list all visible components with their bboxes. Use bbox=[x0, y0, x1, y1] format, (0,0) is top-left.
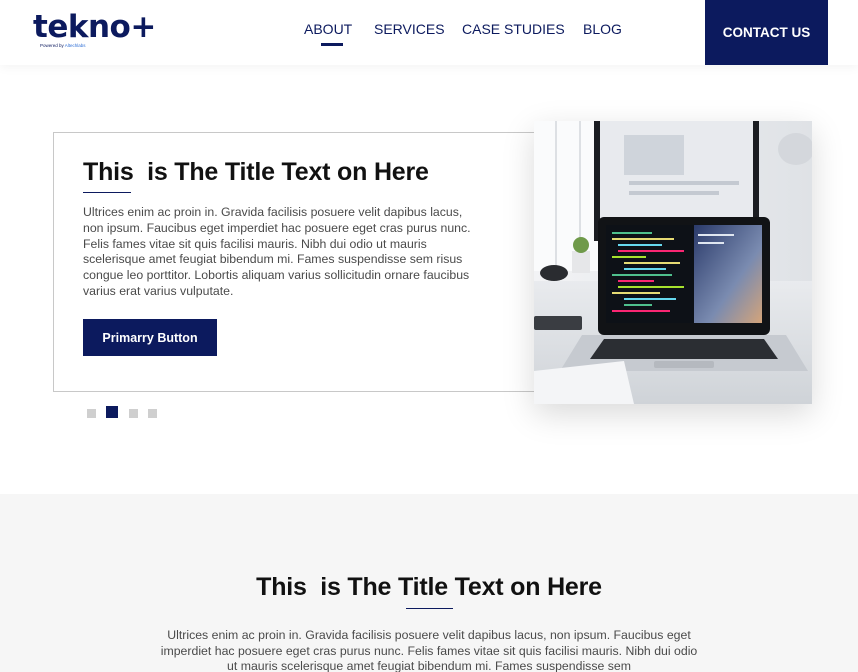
nav-item-services[interactable]: SERVICES bbox=[374, 21, 445, 37]
section-two-title: This is The Title Text on Here bbox=[256, 573, 602, 601]
nav-item-case-studies[interactable]: CASE STUDIES bbox=[462, 21, 565, 37]
site-header: tekno+ Powered by Altechlabs ABOUT SERVI… bbox=[0, 0, 858, 65]
hero-body-text: Ultrices enim ac proin in. Gravida facil… bbox=[83, 205, 471, 298]
carousel-dot-2-active[interactable] bbox=[106, 406, 118, 418]
primary-button[interactable]: Primarry Button bbox=[83, 319, 217, 356]
carousel-dot-3[interactable] bbox=[129, 409, 138, 418]
carousel-dot-4[interactable] bbox=[148, 409, 157, 418]
carousel-dot-1[interactable] bbox=[87, 409, 96, 418]
hero-laptop-image bbox=[534, 121, 812, 404]
nav-item-about[interactable]: ABOUT bbox=[304, 21, 352, 46]
nav-item-blog[interactable]: BLOG bbox=[583, 21, 622, 37]
logo-tagline: Powered by Altechlabs bbox=[40, 43, 86, 48]
logo-tagline-brand: Altechlabs bbox=[64, 43, 86, 48]
contact-us-button[interactable]: CONTACT US bbox=[705, 0, 828, 65]
hero-title-underline bbox=[83, 192, 131, 193]
logo-tagline-prefix: Powered by bbox=[40, 43, 65, 48]
section-two-title-underline bbox=[406, 608, 453, 609]
section-two-body-text: Ultrices enim ac proin in. Gravida facil… bbox=[160, 628, 698, 672]
laptop-workspace-illustration bbox=[534, 121, 812, 404]
logo[interactable]: tekno+ Powered by Altechlabs bbox=[33, 9, 156, 49]
logo-wordmark: tekno+ bbox=[33, 9, 156, 45]
hero-title: This is The Title Text on Here bbox=[83, 158, 429, 186]
